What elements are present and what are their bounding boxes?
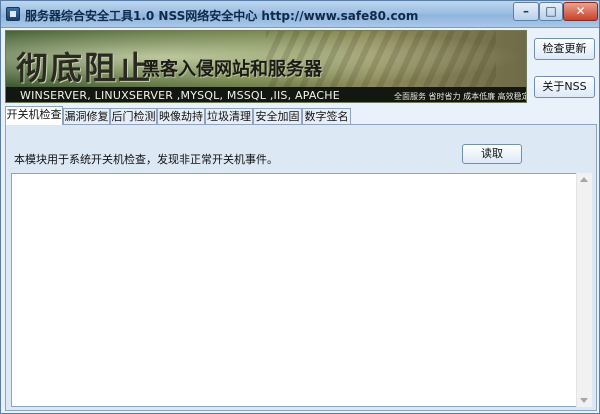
tab-image-hijack[interactable]: 映像劫持 <box>157 108 205 124</box>
banner-image: 彻底阻止 黑客入侵网站和服务器 WINSERVER, LINUXSERVER ,… <box>5 30 527 103</box>
tab-startup-check[interactable]: 开关机检查 <box>5 106 63 125</box>
maximize-button[interactable]: □ <box>539 2 563 21</box>
banner-tech-list: WINSERVER, LINUXSERVER ,MYSQL, MSSQL ,II… <box>20 89 340 102</box>
tab-security-harden[interactable]: 安全加固 <box>253 108 302 124</box>
check-update-button[interactable]: 检查更新 <box>534 38 595 60</box>
app-window: 服务器综合安全工具1.0 NSS网络安全中心 http://www.safe80… <box>0 0 600 414</box>
read-button[interactable]: 读取 <box>462 144 522 164</box>
scroll-up-icon[interactable] <box>580 177 588 182</box>
module-description: 本模块用于系统开关机检查，发现非正常开关机事件。 <box>14 153 278 166</box>
output-textarea[interactable] <box>11 173 592 407</box>
title-bar[interactable]: 服务器综合安全工具1.0 NSS网络安全中心 http://www.safe80… <box>1 1 599 28</box>
about-nss-button[interactable]: 关于NSS <box>534 76 595 98</box>
tab-panel: 本模块用于系统开关机检查，发现非正常开关机事件。 读取 <box>5 124 597 411</box>
tab-backdoor-detect[interactable]: 后门检测 <box>110 108 157 124</box>
banner-sub-text: 黑客入侵网站和服务器 <box>142 59 322 80</box>
scroll-down-icon[interactable] <box>580 398 588 403</box>
tab-junk-clean[interactable]: 垃圾清理 <box>205 108 253 124</box>
tab-vuln-fix[interactable]: 漏洞修复 <box>63 108 110 124</box>
tab-digital-signature[interactable]: 数字签名 <box>302 108 351 124</box>
banner-slogan: 全面服务 省时省力 成本低廉 高效稳定 <box>394 92 527 101</box>
minimize-button[interactable]: – <box>513 2 539 21</box>
close-button[interactable]: ✕ <box>563 2 598 21</box>
app-icon <box>6 7 20 21</box>
window-title: 服务器综合安全工具1.0 NSS网络安全中心 http://www.safe80… <box>25 9 419 23</box>
banner-main-text: 彻底阻止 <box>16 49 153 87</box>
output-scrollbar[interactable] <box>576 173 592 407</box>
